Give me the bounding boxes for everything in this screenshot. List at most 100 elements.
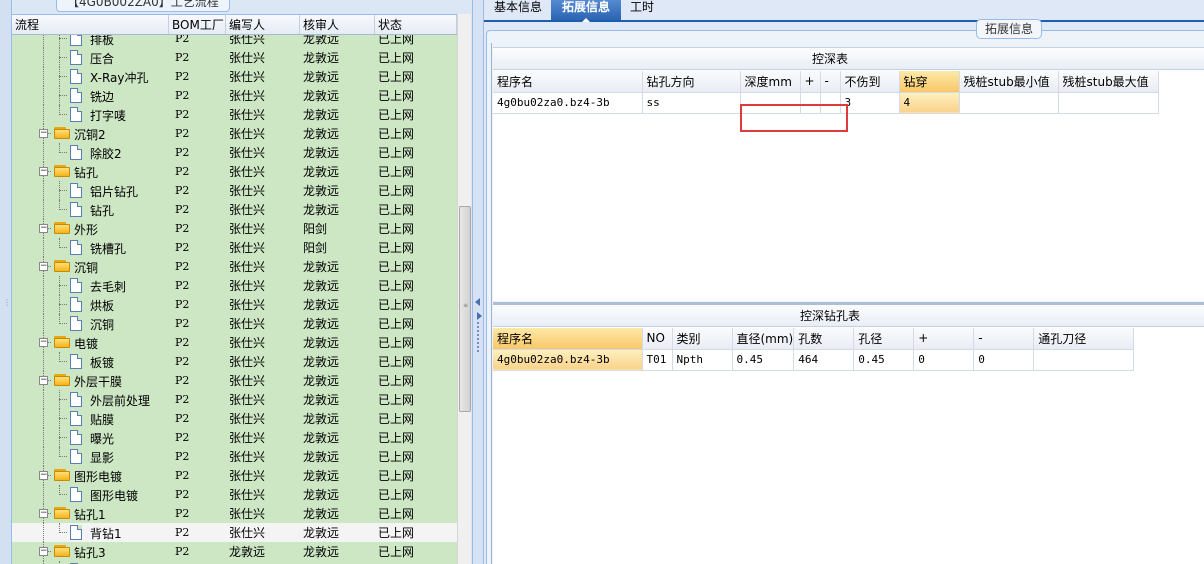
column-header-flow[interactable]: 流程 [12,15,169,34]
drill-table-column-header[interactable]: 类别 [672,328,733,350]
tree-node-cell[interactable]: 铝片钻孔 [12,181,169,200]
tree-row[interactable]: 外层前处理 P2 张仕兴 龙敦远 已上网 [12,390,457,409]
tree-node[interactable]: 背钻1 [16,523,169,542]
tree-node-cell[interactable]: − 图形电镀 [12,466,169,485]
tree-node-cell[interactable]: − 外层干膜 [12,371,169,390]
tree-row[interactable]: − 电镀 P2 张仕兴 龙敦远 已上网 [12,333,457,352]
tree-row[interactable]: − 钻孔3 P2 龙敦远 龙敦远 已上网 [12,542,457,561]
drill-table-column-header[interactable]: 直径(mm) [732,328,795,350]
tree-node[interactable]: 外层前处理 [16,390,169,409]
tree-row[interactable]: − 图形电镀 P2 张仕兴 龙敦远 已上网 [12,466,457,485]
tree-node[interactable]: 钻孔 [16,200,169,219]
tree-row[interactable]: 打字唛 P2 张仕兴 龙敦远 已上网 [12,105,457,124]
depth-table-cell[interactable]: 4 [899,92,960,114]
tree-node-cell[interactable]: 钻孔 [12,200,169,219]
tree-row[interactable]: 贴膜 P2 张仕兴 龙敦远 已上网 [12,409,457,428]
expand-toggle-icon[interactable]: − [39,262,48,271]
tree-row[interactable]: − 沉铜 P2 张仕兴 龙敦远 已上网 [12,257,457,276]
tree-node-cell[interactable]: 沉铜 [12,314,169,333]
collapse-strip[interactable]: ⋮ [0,0,12,564]
tree-row[interactable]: 去毛刺 P2 张仕兴 龙敦远 已上网 [12,276,457,295]
tree-row[interactable]: X-Ray冲孔 P2 张仕兴 龙敦远 已上网 [12,67,457,86]
drill-table-column-header[interactable]: NO [642,328,673,350]
tree-row[interactable]: 曝光 P2 张仕兴 龙敦远 已上网 [12,428,457,447]
depth-table-column-header[interactable]: + [800,71,821,93]
tree-node[interactable]: − 钻孔1 [16,504,169,523]
tree-vertical-scrollbar[interactable]: ≡ [457,14,471,564]
tree-node[interactable]: − 钻孔 [16,162,169,181]
depth-table-column-header[interactable]: 残桩stub最小值 [959,71,1059,93]
depth-table-cell[interactable]: 3 [840,92,900,114]
collapse-left-icon[interactable] [475,298,480,306]
tree-node[interactable]: X-Ray冲孔 [16,67,169,86]
tree-node-cell[interactable]: 排板 [12,35,169,48]
tree-node-cell[interactable]: 贴膜 [12,409,169,428]
expand-toggle-icon[interactable]: − [39,167,48,176]
tree-node[interactable]: − 沉铜 [16,257,169,276]
tree-node-cell[interactable]: − 外形 [12,219,169,238]
tree-node[interactable]: 压合 [16,48,169,67]
tree-node[interactable]: − 外层干膜 [16,371,169,390]
expand-toggle-icon[interactable]: − [39,224,48,233]
tree-row[interactable]: 铝片钻孔 P2 张仕兴 龙敦远 已上网 [12,181,457,200]
depth-table-column-header[interactable]: 不伤到 [840,71,900,93]
tab-extended-info[interactable]: 拓展信息 [551,0,621,22]
tree-node[interactable]: 沉铜 [16,314,169,333]
scrollbar-thumb[interactable]: ≡ [459,206,471,412]
column-header-status[interactable]: 状态 [375,15,457,34]
column-header-writer[interactable]: 编写人 [226,15,300,34]
expand-toggle-icon[interactable]: − [39,471,48,480]
tree-node[interactable]: 图形电镀 [16,485,169,504]
tree-node-cell[interactable]: − 钻孔1 [12,504,169,523]
tree-row[interactable]: 除胶2 P2 张仕兴 龙敦远 已上网 [12,143,457,162]
tree-node[interactable]: − 沉铜2 [16,124,169,143]
tree-row[interactable]: 钻孔 P2 张仕兴 龙敦远 已上网 [12,200,457,219]
tree-node[interactable]: 显影 [16,447,169,466]
tree-node-cell[interactable]: − 钻孔3 [12,542,169,561]
depth-table-cell[interactable]: ss [642,92,741,114]
tree-node[interactable]: 曝光 [16,428,169,447]
tree-node[interactable]: 打字唛 [16,105,169,124]
tree-node[interactable]: 铝片钻孔 [16,181,169,200]
tree-node-cell[interactable]: 压合 [12,48,169,67]
tree-node-cell[interactable]: X-Ray冲孔 [12,67,169,86]
tree-row[interactable]: 排板 P2 张仕兴 龙敦远 已上网 [12,35,457,48]
column-header-checker[interactable]: 核审人 [300,15,375,34]
drill-table-cell[interactable]: 0.45 [853,349,915,371]
tree-node[interactable]: − 图形电镀 [16,466,169,485]
tree-row[interactable]: 铣槽孔 P2 张仕兴 阳剑 已上网 [12,238,457,257]
tree-node[interactable]: 铣边 [16,86,169,105]
tree-node[interactable]: 去毛刺 [16,276,169,295]
tree-node-cell[interactable]: − 沉铜 [12,257,169,276]
tree-row[interactable]: 图形电镀 P2 张仕兴 龙敦远 已上网 [12,485,457,504]
drill-table-cell[interactable]: 0 [973,349,1035,371]
drill-table-cell[interactable]: 0.45 [732,349,795,371]
tree-node-cell[interactable]: 烘板 [12,295,169,314]
drill-table-row[interactable]: 4g0bu02za0.bz4-3b T01 Npth 0.45 464 0.45 0 0 [493,349,1135,371]
tree-node-cell[interactable]: − 沉铜2 [12,124,169,143]
tree-row[interactable]: 显影 P2 张仕兴 龙敦远 已上网 [12,447,457,466]
tab-work-time[interactable]: 工时 [624,0,660,20]
depth-table-column-header[interactable]: - [820,71,841,93]
tree-row[interactable]: 板镀 P2 张仕兴 龙敦远 已上网 [12,352,457,371]
depth-table-cell[interactable] [959,92,1059,114]
tree-row[interactable]: 压合 P2 张仕兴 龙敦远 已上网 [12,48,457,67]
expand-toggle-icon[interactable]: − [39,547,48,556]
drill-table-cell[interactable]: 0 [913,349,975,371]
drill-table-column-header[interactable]: 程序名 [493,328,643,350]
tree-node[interactable]: 铣槽孔 [16,238,169,257]
tree-node[interactable]: 板镀 [16,352,169,371]
tree-node[interactable]: − 电镀 [16,333,169,352]
tree-node[interactable]: 贴膜 [16,409,169,428]
drill-table-column-header[interactable]: + [913,328,975,350]
depth-table-column-header[interactable]: 残桩stub最大值 [1058,71,1159,93]
tree-node-cell[interactable]: 除胶2 [12,143,169,162]
expand-toggle-icon[interactable]: − [39,129,48,138]
tree-row[interactable]: 烘板 P2 张仕兴 龙敦远 已上网 [12,295,457,314]
tree-row[interactable]: 铣边 P2 张仕兴 龙敦远 已上网 [12,86,457,105]
tree-node-cell[interactable]: 板镀 [12,352,169,371]
expand-toggle-icon[interactable]: − [39,509,48,518]
drill-table-cell[interactable]: 4g0bu02za0.bz4-3b [493,349,643,371]
drill-table-column-header[interactable]: 通孔刀径 [1033,328,1135,350]
tree-node-cell[interactable]: − 电镀 [12,333,169,352]
